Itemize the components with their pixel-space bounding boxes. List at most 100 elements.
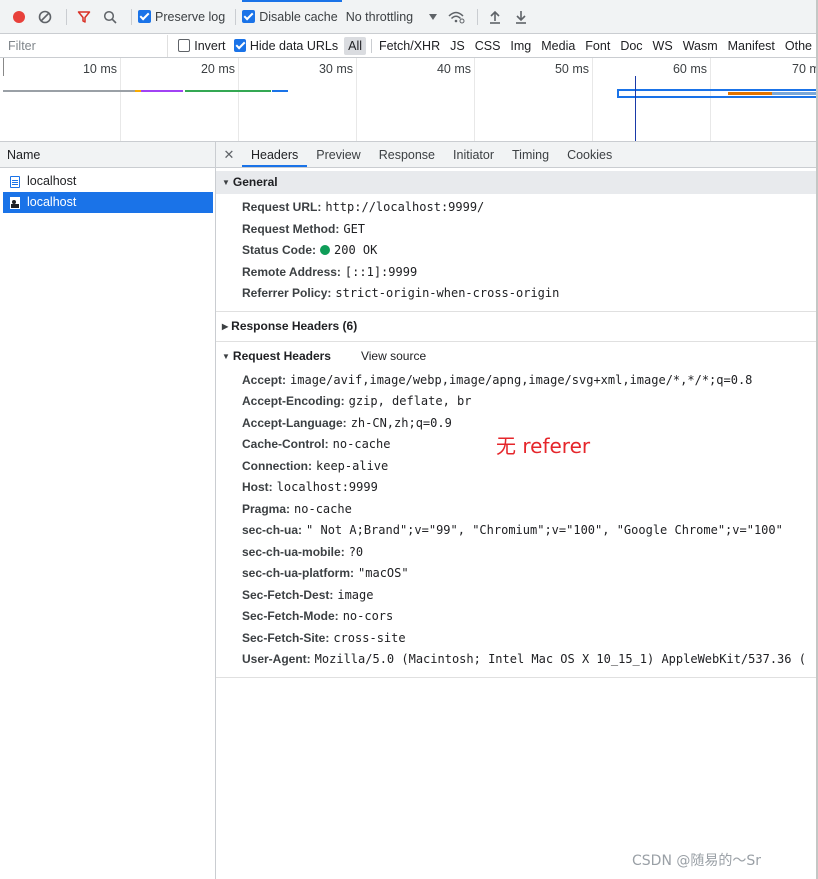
disable-cache-checkbox[interactable] [242,10,256,23]
toolbar-divider [66,8,67,25]
triangle-down-icon: ▼ [222,351,230,361]
type-filter-wasm[interactable]: Wasm [679,37,722,55]
header-value: localhost:9999 [276,480,378,494]
header-key: Accept-Language: [242,415,347,430]
type-filter-media[interactable]: Media [537,37,579,55]
chevron-down-icon[interactable] [425,6,441,28]
request-headers-section-toggle[interactable]: ▼ Request Headers View source [216,345,818,368]
tab-preview[interactable]: Preview [307,142,369,167]
throttling-select[interactable]: No throttling [346,10,413,24]
name-column-header[interactable]: Name [0,142,215,168]
header-key: Sec-Fetch-Dest: [242,587,334,602]
preserve-log-label: Preserve log [155,9,226,24]
search-icon[interactable] [99,6,121,28]
timeline-overview[interactable]: 10 ms 20 ms 30 ms 40 ms 50 ms 60 ms 70 m [0,58,818,142]
general-row-request-method: Request Method: GET [216,219,818,241]
general-section-toggle[interactable]: ▼ General [216,171,818,194]
timeline-tick: 40 ms [436,62,471,76]
disable-cache-toggle[interactable]: Disable cache [242,0,342,33]
type-filter-doc[interactable]: Doc [616,37,646,55]
request-row-document[interactable]: localhost [0,171,215,192]
tab-initiator[interactable]: Initiator [444,142,503,167]
grid-line [592,58,593,141]
request-header-row: Sec-Fetch-Site: cross-site [216,628,818,650]
triangle-right-icon: ▶ [222,321,229,331]
type-filter-fetch-xhr[interactable]: Fetch/XHR [375,37,444,55]
header-key: Sec-Fetch-Site: [242,630,330,645]
response-headers-section-toggle[interactable]: ▶ Response Headers (6) [216,315,818,338]
general-row-request-url: Request URL: http://localhost:9999/ [216,197,818,219]
timing-bar [272,90,288,92]
header-value: 200 OK [334,243,378,257]
header-key: Cache-Control: [242,437,329,451]
filter-input[interactable]: Filter [0,34,168,57]
header-value: "macOS" [358,566,409,580]
header-key: Remote Address: [242,264,341,279]
type-filter-ws[interactable]: WS [649,37,677,55]
timeline-tick: 10 ms [82,62,117,76]
header-value: GET [343,221,366,236]
section-divider [216,340,818,342]
tab-headers[interactable]: Headers [242,142,308,167]
view-source-link[interactable]: View source [361,345,426,368]
timing-bar [141,90,183,92]
header-value: image/avif,image/webp,image/apng,image/s… [290,372,753,387]
invert-label: Invert [194,38,226,53]
header-value: no-cors [342,609,394,623]
hide-data-urls-checkbox[interactable] [233,39,246,52]
type-filter-js[interactable]: JS [446,37,469,55]
filter-divider [371,38,372,53]
tab-cookies[interactable]: Cookies [558,142,621,167]
filter-icon[interactable] [73,6,95,28]
request-row-image-selected[interactable]: localhost [3,192,213,213]
network-conditions-icon[interactable] [445,6,467,28]
timeline-tick: 50 ms [554,62,589,76]
general-row-referrer-policy: Referrer Policy: strict-origin-when-cross… [216,283,818,305]
disable-cache-label: Disable cache [259,9,338,24]
header-value: no-cache [332,437,391,451]
preserve-log-checkbox[interactable] [138,10,151,23]
grid-line [3,58,4,76]
grid-line [474,58,475,141]
timeline-tick: 30 ms [318,62,353,76]
type-filter-other[interactable]: Othe [781,37,816,55]
import-har-icon[interactable] [484,6,506,28]
type-filter-manifest[interactable]: Manifest [724,37,779,55]
section-divider [216,310,818,312]
grid-line [238,58,239,141]
grid-line [356,58,357,141]
timing-bar [3,90,135,92]
type-filter-font[interactable]: Font [581,37,614,55]
header-value: strict-origin-when-cross-origin [335,286,560,300]
header-value: image [337,587,374,602]
request-name: localhost [27,195,77,209]
export-har-icon[interactable] [510,6,532,28]
type-filter-img[interactable]: Img [506,37,535,55]
invert-checkbox[interactable] [177,39,191,52]
dom-content-loaded-marker [635,76,636,141]
header-key: Request Method: [242,221,340,236]
general-row-remote-address: Remote Address: [::1]:9999 [216,262,818,284]
header-key: Request URL: [242,200,322,214]
header-value: no-cache [294,501,352,516]
header-value: gzip, deflate, br [348,394,472,408]
network-toolbar: Preserve log Disable cache No throttling [0,0,818,34]
close-icon[interactable]: ✕ [216,142,242,167]
document-icon [10,175,20,188]
record-icon[interactable] [8,6,30,28]
clear-icon[interactable] [34,6,56,28]
header-key: Referrer Policy: [242,286,332,300]
type-filter-css[interactable]: CSS [471,37,505,55]
header-key: Status Code: [242,243,317,257]
timeline-tick: 70 m [792,62,818,76]
type-filter-all[interactable]: All [344,36,367,55]
header-key: Sec-Fetch-Mode: [242,609,339,623]
header-key: sec-ch-ua-platform: [242,566,355,580]
tab-timing[interactable]: Timing [503,142,558,167]
section-divider [216,676,818,678]
tab-response[interactable]: Response [370,142,444,167]
header-key: sec-ch-ua-mobile: [242,544,345,559]
request-header-row: Accept-Encoding: gzip, deflate, br [216,391,818,413]
request-header-row: Sec-Fetch-Mode: no-cors [216,606,818,628]
request-header-row: Sec-Fetch-Dest: image [216,585,818,607]
